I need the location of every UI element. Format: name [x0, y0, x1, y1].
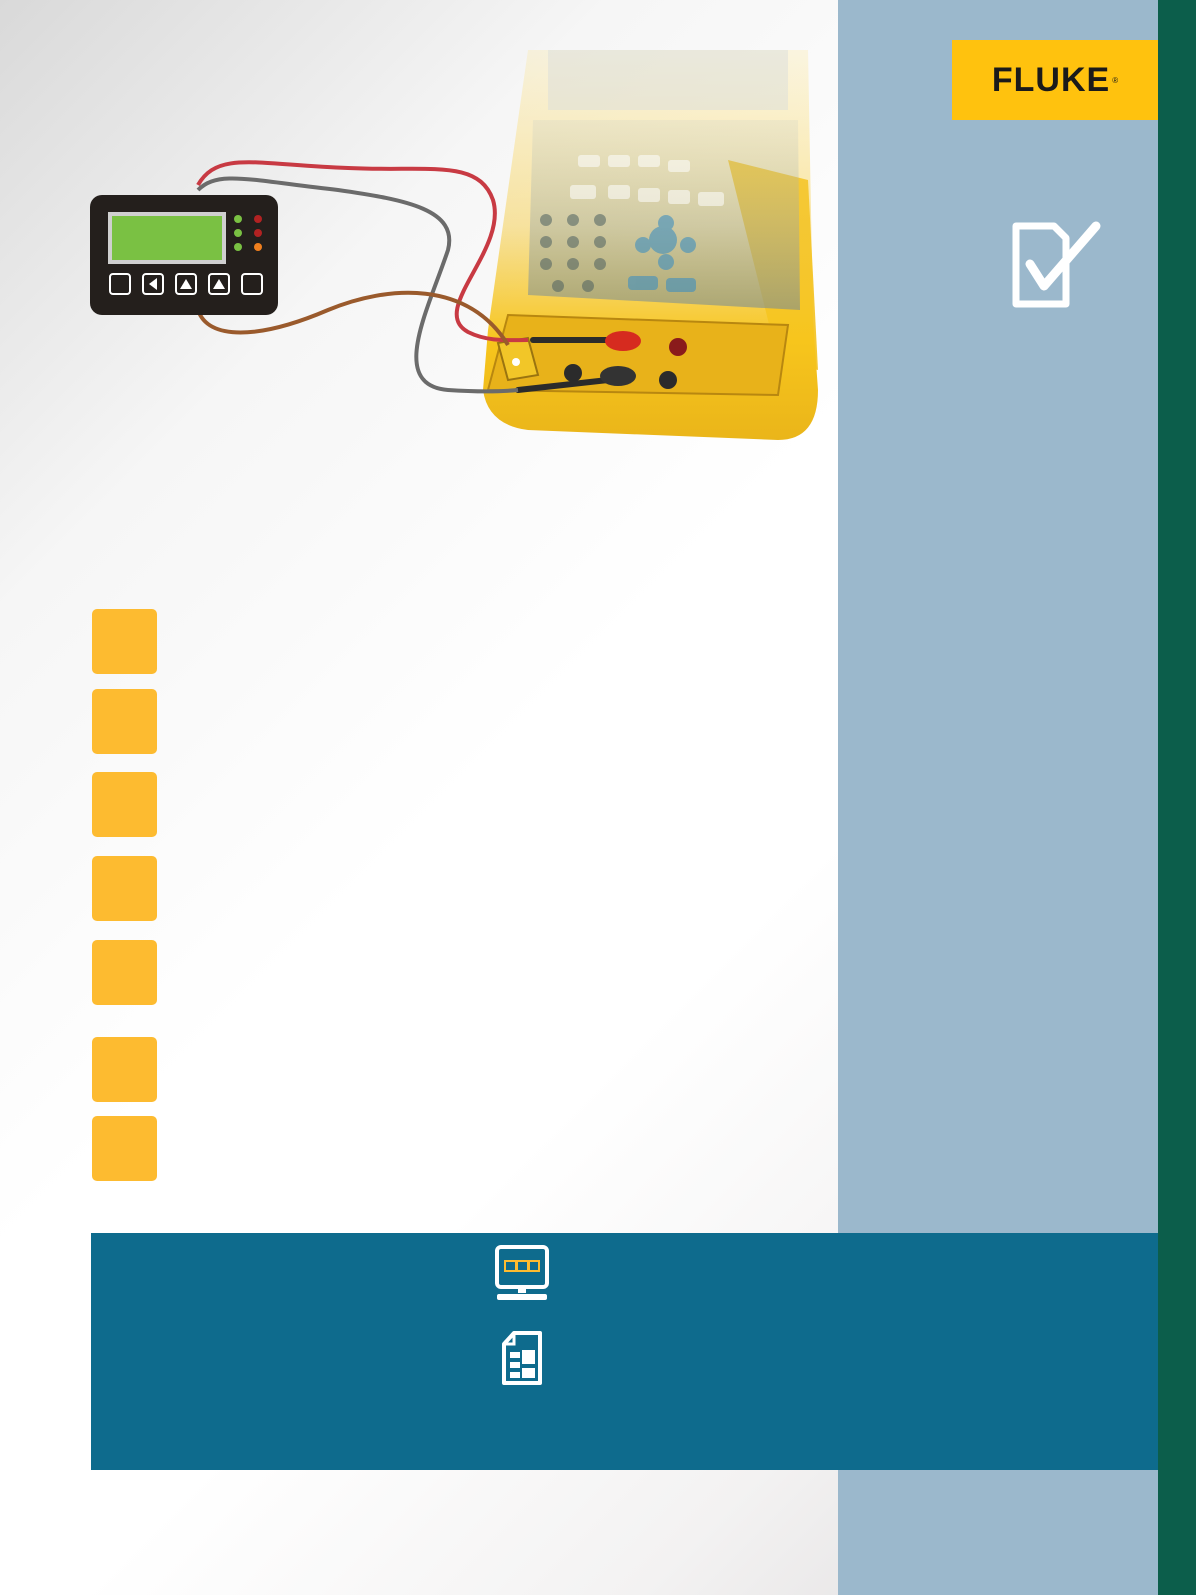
controller-display: [112, 216, 222, 260]
source-terminal-black: [564, 364, 582, 382]
resources-band: [91, 1233, 1158, 1470]
calibrator-keypad: [528, 120, 800, 310]
monitor-icon: [495, 1245, 549, 1300]
step-marker: [92, 940, 157, 1005]
red-probe: [605, 331, 641, 351]
document-icon: [502, 1331, 542, 1385]
calibrator-illustration: [90, 50, 818, 440]
measure-terminal-black: [659, 371, 677, 389]
step-marker: [92, 689, 157, 754]
measure-terminal-red: [669, 338, 687, 356]
step-marker: [92, 772, 157, 837]
checklist-icon: [1012, 221, 1101, 308]
logo-registered-mark: ®: [1112, 75, 1119, 85]
edge-accent-strip: [1158, 0, 1196, 1595]
fluke-logo: FLUKE ®: [952, 40, 1158, 120]
step-marker: [92, 856, 157, 921]
step-marker: [92, 1116, 157, 1181]
step-marker: [92, 609, 157, 674]
step-marker: [92, 1037, 157, 1102]
calibrator-screen: [548, 50, 788, 110]
logo-wordmark: FLUKE: [991, 60, 1111, 99]
black-probe: [600, 366, 636, 386]
